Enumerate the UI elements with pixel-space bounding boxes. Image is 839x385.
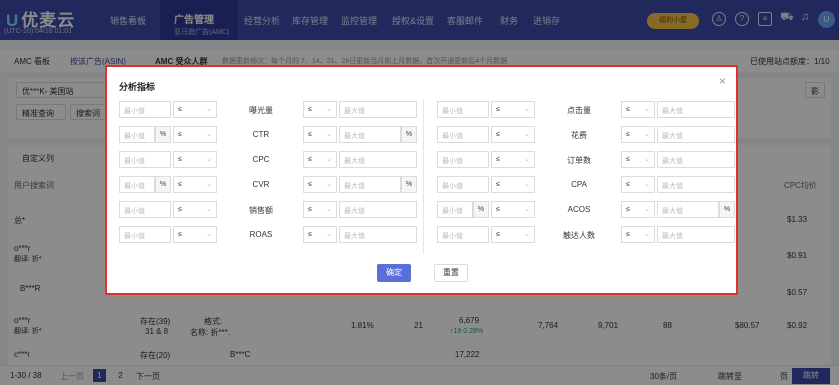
left-metric-6-label: ROAS [249, 230, 273, 239]
left-metric-1-label: 曝光量 [249, 106, 273, 115]
chevron-down-icon: ⌄ [524, 231, 530, 238]
left-metric-5-max-operator[interactable]: ≤ ⌄ [303, 201, 337, 218]
column-divider [423, 99, 424, 254]
chevron-down-icon: ⌄ [326, 181, 332, 188]
right-metric-6-min-input[interactable]: 最小值 [437, 226, 489, 243]
right-metric-2-min-operator[interactable]: ≤ ⌄ [491, 126, 535, 143]
left-metric-1-min-operator[interactable]: ≤ ⌄ [173, 101, 217, 118]
chevron-down-icon: ⌄ [206, 181, 212, 188]
chevron-down-icon: ⌄ [644, 206, 650, 213]
left-metric-6-max-input[interactable]: 最大值 [339, 226, 417, 243]
right-metric-1-max-operator[interactable]: ≤ ⌄ [621, 101, 655, 118]
left-metric-3-max-operator[interactable]: ≤ ⌄ [303, 151, 337, 168]
right-metric-1-label: 点击量 [567, 106, 591, 115]
left-metric-6-max-operator[interactable]: ≤ ⌄ [303, 226, 337, 243]
chevron-down-icon: ⌄ [644, 106, 650, 113]
chevron-down-icon: ⌄ [206, 106, 212, 113]
reset-button[interactable]: 重置 [434, 264, 468, 282]
left-metric-2-min-operator[interactable]: ≤ ⌄ [173, 126, 217, 143]
chevron-down-icon: ⌄ [524, 206, 530, 213]
right-metric-4-max-operator[interactable]: ≤ ⌄ [621, 176, 655, 193]
right-metric-5-min-operator[interactable]: ≤ ⌄ [491, 201, 535, 218]
chevron-down-icon: ⌄ [326, 206, 332, 213]
right-metric-5-min-input[interactable]: 最小值 [437, 201, 473, 218]
left-metric-1-min-input[interactable]: 最小值 [119, 101, 171, 118]
left-metric-5-min-operator[interactable]: ≤ ⌄ [173, 201, 217, 218]
chevron-down-icon: ⌄ [524, 106, 530, 113]
dialog-title: 分析指标 [119, 82, 156, 92]
right-metric-3-min-operator[interactable]: ≤ ⌄ [491, 151, 535, 168]
chevron-down-icon: ⌄ [206, 156, 212, 163]
left-metric-2-max-operator[interactable]: ≤ ⌄ [303, 126, 337, 143]
left-metric-2-max-percent: % [401, 126, 417, 143]
right-metric-6-label: 触达人数 [563, 231, 595, 240]
right-metric-4-min-operator[interactable]: ≤ ⌄ [491, 176, 535, 193]
close-icon[interactable]: × [719, 74, 726, 88]
right-metric-6-min-operator[interactable]: ≤ ⌄ [491, 226, 535, 243]
right-metric-5-max-percent: % [719, 201, 735, 218]
left-metric-6-min-operator[interactable]: ≤ ⌄ [173, 226, 217, 243]
chevron-down-icon: ⌄ [206, 231, 212, 238]
chevron-down-icon: ⌄ [524, 156, 530, 163]
left-metric-4-min-operator[interactable]: ≤ ⌄ [173, 176, 217, 193]
left-metric-1-max-operator[interactable]: ≤ ⌄ [303, 101, 337, 118]
right-metric-1-min-operator[interactable]: ≤ ⌄ [491, 101, 535, 118]
left-metric-3-label: CPC [252, 155, 270, 164]
right-metric-6-max-input[interactable]: 最大值 [657, 226, 735, 243]
right-metric-5-label: ACOS [567, 205, 591, 214]
right-metric-4-min-input[interactable]: 最小值 [437, 176, 489, 193]
left-metric-4-max-input[interactable]: 最大值 [339, 176, 401, 193]
right-metric-2-max-operator[interactable]: ≤ ⌄ [621, 126, 655, 143]
right-metric-1-max-input[interactable]: 最大值 [657, 101, 735, 118]
left-metric-2-label: CTR [252, 130, 270, 139]
chevron-down-icon: ⌄ [206, 131, 212, 138]
left-metric-5-max-input[interactable]: 最大值 [339, 201, 417, 218]
chevron-down-icon: ⌄ [206, 206, 212, 213]
left-metric-3-min-operator[interactable]: ≤ ⌄ [173, 151, 217, 168]
left-metric-4-min-input[interactable]: 最小值 [119, 176, 155, 193]
left-metric-3-min-input[interactable]: 最小值 [119, 151, 171, 168]
right-metric-3-max-input[interactable]: 最大值 [657, 151, 735, 168]
right-metric-1-min-input[interactable]: 最小值 [437, 101, 489, 118]
left-metric-2-max-input[interactable]: 最大值 [339, 126, 401, 143]
left-metric-4-max-operator[interactable]: ≤ ⌄ [303, 176, 337, 193]
right-metric-5-max-input[interactable]: 最大值 [657, 201, 719, 218]
chevron-down-icon: ⌄ [644, 231, 650, 238]
right-metric-2-max-input[interactable]: 最大值 [657, 126, 735, 143]
right-metric-4-label: CPA [571, 180, 587, 189]
left-metric-2-min-input[interactable]: 最小值 [119, 126, 155, 143]
right-metric-6-max-operator[interactable]: ≤ ⌄ [621, 226, 655, 243]
right-metric-3-label: 订单数 [567, 156, 591, 165]
confirm-button[interactable]: 确定 [377, 264, 411, 282]
chevron-down-icon: ⌄ [326, 231, 332, 238]
left-metric-4-max-percent: % [401, 176, 417, 193]
chevron-down-icon: ⌄ [644, 156, 650, 163]
chevron-down-icon: ⌄ [326, 156, 332, 163]
right-metric-2-label: 花费 [571, 131, 587, 140]
chevron-down-icon: ⌄ [326, 106, 332, 113]
right-metric-3-max-operator[interactable]: ≤ ⌄ [621, 151, 655, 168]
left-metric-5-label: 销售额 [249, 206, 273, 215]
chevron-down-icon: ⌄ [524, 181, 530, 188]
chevron-down-icon: ⌄ [524, 131, 530, 138]
right-metric-5-min-percent: % [473, 201, 489, 218]
left-metric-1-max-input[interactable]: 最大值 [339, 101, 417, 118]
right-metric-5-max-operator[interactable]: ≤ ⌄ [621, 201, 655, 218]
left-metric-3-max-input[interactable]: 最大值 [339, 151, 417, 168]
right-metric-3-min-input[interactable]: 最小值 [437, 151, 489, 168]
left-metric-4-label: CVR [252, 180, 270, 189]
right-metric-4-max-input[interactable]: 最大值 [657, 176, 735, 193]
left-metric-4-min-percent: % [155, 176, 171, 193]
chevron-down-icon: ⌄ [326, 131, 332, 138]
chevron-down-icon: ⌄ [644, 131, 650, 138]
chevron-down-icon: ⌄ [644, 181, 650, 188]
analysis-metrics-dialog: 分析指标 × 最小值 ≤ ⌄ 曝光量 ≤ ⌄ 最大值 最小值% ≤ ⌄ CTR ≤ ⌄ 最大值% 最小值 ≤ ⌄… [105, 65, 738, 295]
left-metric-5-min-input[interactable]: 最小值 [119, 201, 171, 218]
right-metric-2-min-input[interactable]: 最小值 [437, 126, 489, 143]
left-metric-6-min-input[interactable]: 最小值 [119, 226, 171, 243]
left-metric-2-min-percent: % [155, 126, 171, 143]
